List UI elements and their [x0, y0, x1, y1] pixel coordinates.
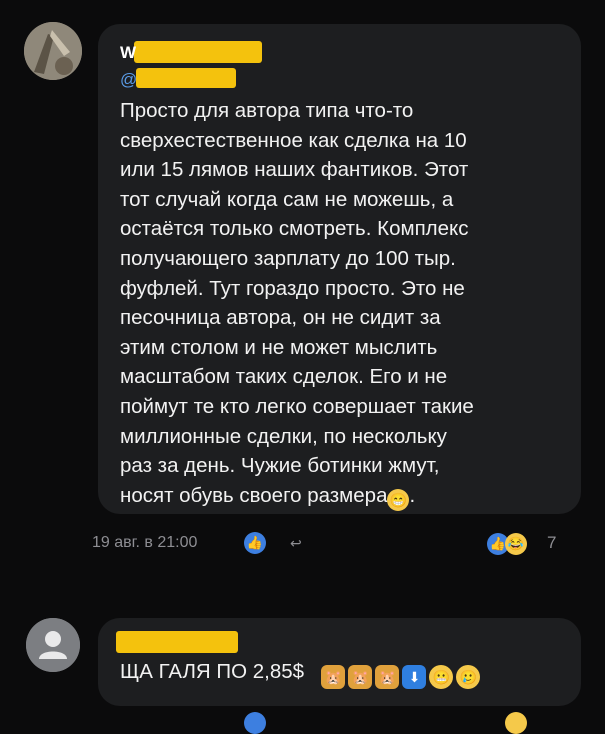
redaction-highlight [136, 68, 236, 88]
comment-text: Просто для автора типа что-то сверхестес… [120, 96, 560, 511]
like-icon[interactable] [244, 712, 266, 734]
comment-line-last: носят обувь своего размера 😁. [120, 481, 560, 511]
redaction-highlight [116, 631, 238, 653]
comment-line: миллионные сделки, по нескольку [120, 424, 447, 448]
reply-mention[interactable]: @ [120, 70, 137, 90]
comment-line: сверхестественное как сделка на 10 [120, 128, 467, 152]
comment-line: остаётся только смотреть. Комплекс [120, 217, 469, 241]
comment-text: ЩА ГАЛЯ ПО 2,85$ 🐹 🐹 🐹 ⬇ 😬 🥲 [120, 660, 483, 689]
redaction-highlight [134, 41, 262, 63]
grinning-emoji-icon: 😁 [387, 488, 410, 511]
down-arrow-emoji-icon: ⬇ [402, 665, 427, 689]
comment-line: тот случай когда сам не можешь, а [120, 187, 454, 211]
comment-timestamp[interactable]: 19 авг. в 21:00 [92, 534, 197, 552]
comment-line: или 15 лямов наших фантиков. Этот [120, 158, 469, 182]
comment-line: поймут те кто легко совершает такие [120, 394, 474, 418]
hamster-emoji-icon: 🐹 [348, 665, 373, 689]
avatar-photo [24, 22, 82, 80]
comment-line: получающего зарплату до 100 тыр. [120, 246, 456, 270]
hamster-emoji-icon: 🐹 [321, 665, 346, 689]
comment-line: ЩА ГАЛЯ ПО 2,85$ [120, 660, 305, 683]
reaction-laugh-icon[interactable] [505, 712, 527, 734]
end-punctuation: . [409, 483, 416, 507]
crying-smile-emoji-icon: 🥲 [456, 665, 481, 689]
comment-line: раз за день. Чужие ботинки жмут, [120, 454, 440, 478]
comment-line: масштабом таких сделок. Его и не [120, 365, 448, 389]
avatar[interactable] [24, 22, 82, 80]
like-icon[interactable]: 👍 [244, 532, 266, 554]
reaction-count[interactable]: 7 [547, 533, 556, 553]
comment-line: песочница автора, он не сидит за [120, 306, 441, 330]
reaction-laugh-icon[interactable]: 😂 [505, 533, 527, 555]
user-silhouette-icon [26, 618, 80, 672]
default-avatar[interactable] [26, 618, 80, 672]
comment-line: фуфлей. Тут гораздо просто. Это не [120, 276, 465, 300]
reply-arrow-icon[interactable]: ↩ [290, 535, 302, 552]
comment-author[interactable]: W [120, 43, 136, 63]
comment-line: Просто для автора типа что-то [120, 99, 414, 122]
comment-line: носят обувь своего размера [120, 483, 388, 507]
hamster-emoji-icon: 🐹 [375, 665, 400, 689]
comment-line: этим столом и не может мыслить [120, 335, 438, 359]
grimacing-emoji-icon: 😬 [429, 665, 454, 689]
